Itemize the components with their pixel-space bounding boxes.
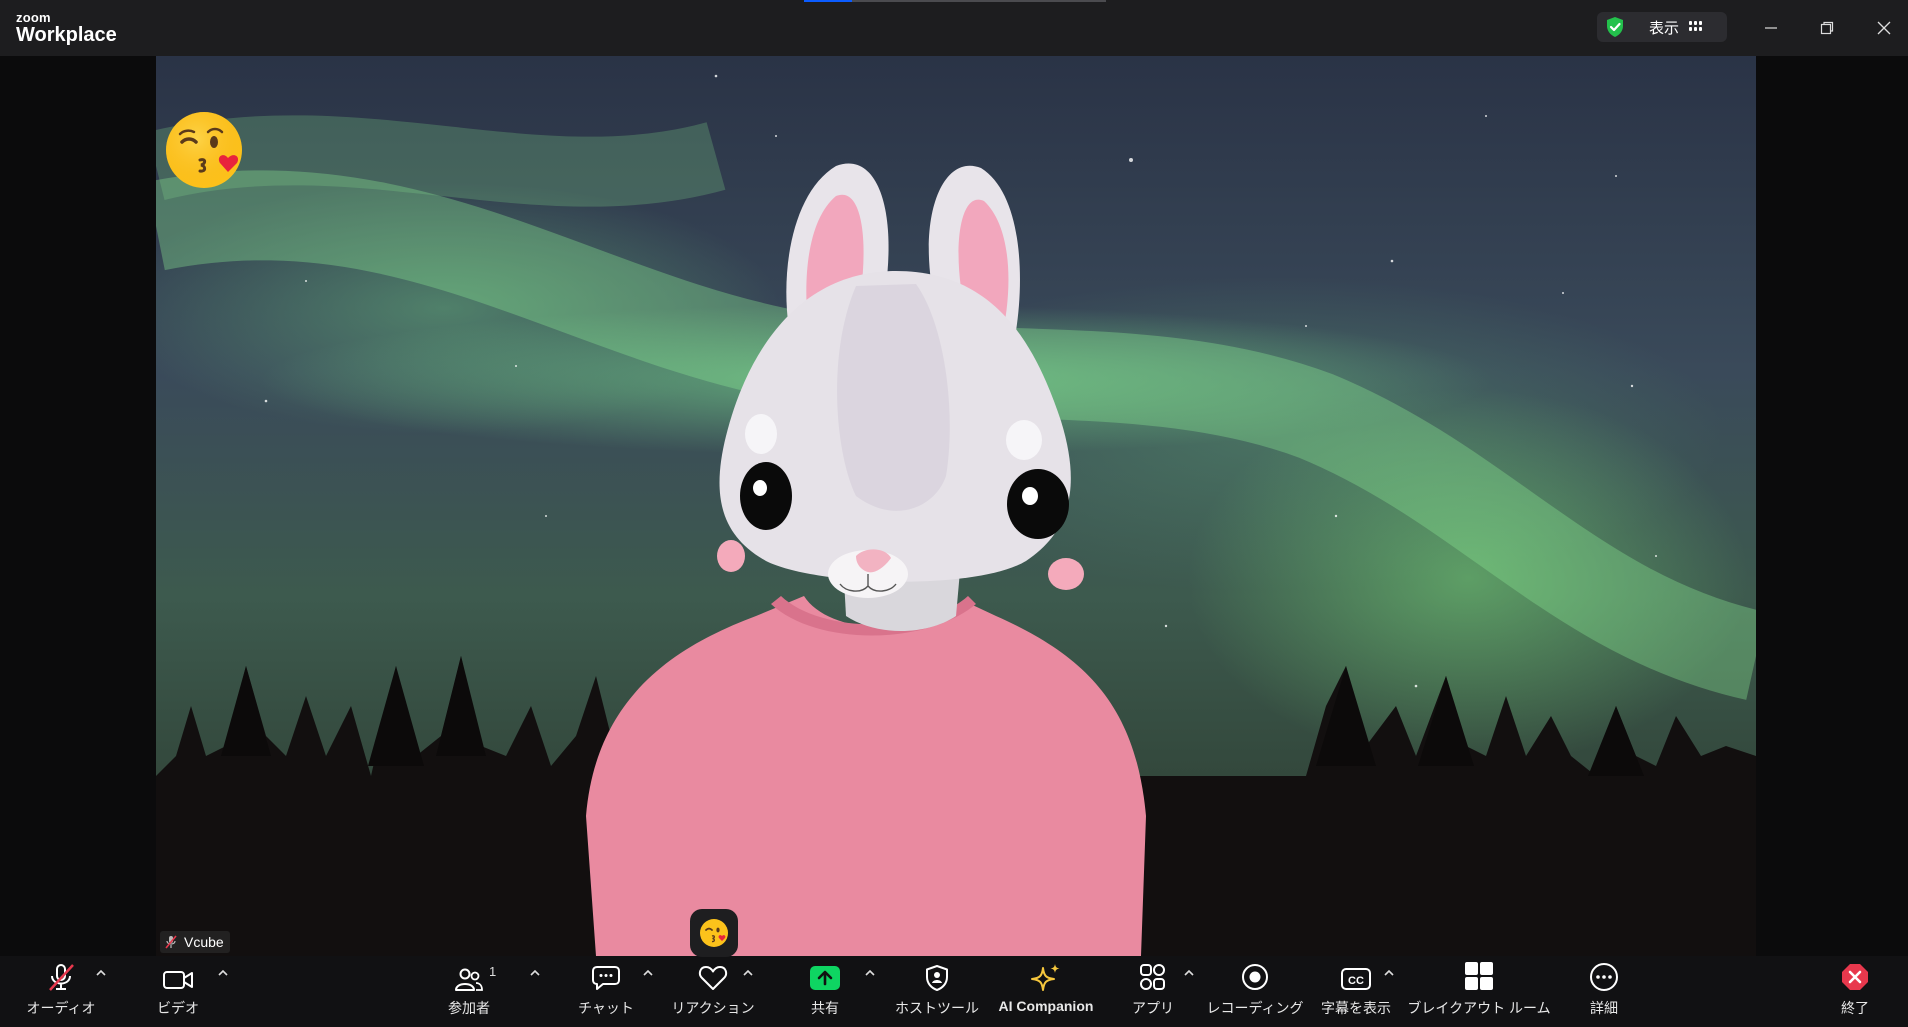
participants-count: 1 — [489, 964, 497, 979]
more-ellipsis-icon — [1590, 963, 1618, 991]
closed-captions-icon: CC — [1341, 968, 1371, 990]
participants-icon — [455, 968, 483, 991]
video-button[interactable]: ビデオ — [150, 956, 206, 1027]
participant-name-tag: Vcube — [160, 931, 230, 953]
record-button[interactable]: レコーディング — [1206, 956, 1304, 1027]
sparkle-icon — [1031, 964, 1060, 991]
meeting-toolbar: オーディオ ビデオ 参加者 1 チャット リアクション 共有 ホストツール AI… — [0, 956, 1908, 1027]
shield-host-icon — [926, 965, 948, 991]
share-screen-button[interactable]: 共有 — [800, 956, 850, 1027]
brand-large: Workplace — [16, 24, 117, 46]
share-up-arrow-icon — [810, 966, 840, 990]
host-tools-button[interactable]: ホストツール — [894, 956, 980, 1027]
muted-microphone-icon — [49, 964, 74, 991]
chat-bubble-icon — [592, 966, 620, 990]
audio-label: オーディオ — [26, 1000, 96, 1016]
apps-label: アプリ — [1132, 1000, 1174, 1016]
reactions-label: リアクション — [671, 1000, 755, 1016]
virtual-background — [156, 74, 1756, 956]
view-label: 表示 — [1649, 19, 1680, 37]
close-icon — [1877, 21, 1891, 35]
apps-icon — [1140, 964, 1165, 990]
video-label: ビデオ — [157, 1000, 199, 1016]
restore-button[interactable] — [1813, 14, 1841, 42]
muted-mic-icon — [165, 935, 177, 949]
breakout-rooms-grid-icon — [1465, 962, 1493, 990]
participant-name: Vcube — [184, 934, 224, 950]
chat-button[interactable]: チャット — [576, 956, 636, 1027]
restore-icon — [1820, 21, 1834, 35]
participants-options-chevron-icon[interactable] — [529, 968, 541, 978]
ai-companion-button[interactable]: AI Companion — [994, 956, 1098, 1027]
audio-options-chevron-icon[interactable] — [95, 968, 107, 978]
apps-button[interactable]: アプリ — [1125, 956, 1181, 1027]
heart-icon — [698, 966, 728, 990]
host-tools-label: ホストツール — [895, 1000, 979, 1016]
recording-label: レコーディング — [1206, 1000, 1304, 1016]
more-label: 詳細 — [1590, 1000, 1618, 1016]
video-options-chevron-icon[interactable] — [217, 968, 229, 978]
brand-small: zoom — [16, 10, 51, 25]
grid-icon — [1689, 21, 1703, 33]
video-camera-icon — [163, 971, 193, 989]
minimize-button[interactable] — [1757, 14, 1785, 42]
show-captions-button[interactable]: CC 字幕を表示 — [1316, 956, 1396, 1027]
apps-options-chevron-icon[interactable] — [1183, 968, 1195, 978]
sent-reaction-bubble — [690, 909, 738, 957]
view-button[interactable]: 表示 — [1597, 12, 1727, 42]
ai-companion-label: AI Companion — [998, 998, 1094, 1014]
share-label: 共有 — [811, 1000, 839, 1016]
record-icon — [1242, 964, 1268, 990]
title-bar: zoom Workplace 表示 — [0, 0, 1908, 56]
reactions-options-chevron-icon[interactable] — [742, 968, 754, 978]
kiss-emoji-reaction — [166, 112, 242, 188]
breakout-rooms-label: ブレイクアウト ルーム — [1407, 1000, 1551, 1016]
shield-check-icon — [1607, 17, 1623, 37]
end-meeting-button[interactable]: 終了 — [1837, 956, 1873, 1027]
chat-label: チャット — [578, 1000, 634, 1016]
top-progress-bar — [804, 0, 1106, 2]
svg-text:CC: CC — [1348, 975, 1364, 987]
app-logo: zoom Workplace — [16, 11, 117, 45]
kiss-emoji-icon — [700, 919, 728, 947]
captions-options-chevron-icon[interactable] — [1383, 968, 1395, 978]
video-stage[interactable]: Vcube — [156, 56, 1756, 956]
audio-button[interactable]: オーディオ — [26, 956, 96, 1027]
participants-label: 参加者 — [448, 1000, 490, 1016]
end-x-icon — [1842, 964, 1868, 990]
end-label: 終了 — [1841, 1000, 1869, 1016]
chat-options-chevron-icon[interactable] — [642, 968, 654, 978]
captions-label: 字幕を表示 — [1321, 1000, 1391, 1016]
more-button[interactable]: 詳細 — [1586, 956, 1622, 1027]
minimize-icon — [1765, 27, 1777, 29]
close-window-button[interactable] — [1870, 14, 1898, 42]
breakout-rooms-button[interactable]: ブレイクアウト ルーム — [1407, 956, 1551, 1027]
reactions-button[interactable]: リアクション — [671, 956, 755, 1027]
share-options-chevron-icon[interactable] — [864, 968, 876, 978]
